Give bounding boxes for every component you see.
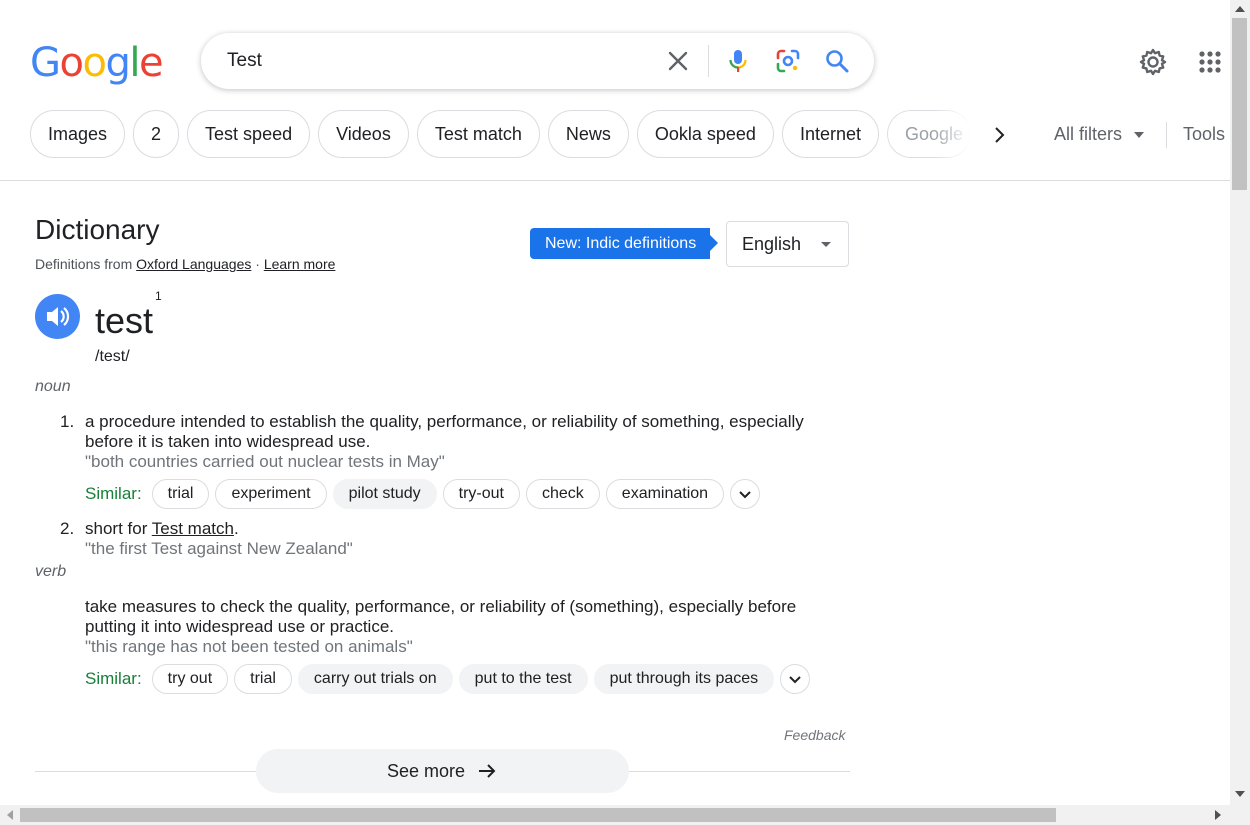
chip-google-s[interactable]: Google s (887, 110, 970, 158)
synonym-chip[interactable]: check (526, 479, 600, 509)
definition-number: 2. (60, 519, 75, 538)
vertical-scrollbar-thumb[interactable] (1232, 18, 1247, 190)
search-input[interactable]: Test (227, 50, 262, 72)
chip-test-speed[interactable]: Test speed (187, 110, 311, 158)
pronounce-button[interactable] (35, 294, 80, 339)
similar-row: Similar: try out trial carry out trials … (85, 663, 811, 695)
language-select-value: English (742, 234, 802, 254)
search-divider (708, 45, 709, 77)
definition-number: 1. (60, 412, 75, 431)
chip-2[interactable]: 2 (133, 110, 180, 158)
search-box[interactable]: Test (201, 33, 874, 89)
synonym-chip[interactable]: put through its paces (593, 664, 775, 694)
part-of-speech-verb: verb (35, 563, 67, 580)
dictionary-title: Dictionary (35, 214, 160, 245)
all-filters-button[interactable]: All filters (1054, 124, 1145, 145)
settings-gear-icon[interactable] (1137, 46, 1169, 78)
chip-videos[interactable]: Videos (318, 110, 409, 158)
similar-label: Similar: (85, 669, 142, 688)
definition-suffix: . (233, 519, 239, 538)
all-filters-label: All filters (1054, 124, 1123, 144)
synonym-chip[interactable]: try out (151, 664, 229, 694)
arrow-right-icon (479, 764, 496, 778)
google-logo[interactable]: Google (30, 40, 164, 86)
chip-images[interactable]: Images (30, 110, 126, 158)
synonym-chip[interactable]: experiment (215, 479, 327, 509)
phonetic: /test/ (95, 348, 130, 365)
microphone-icon[interactable] (724, 47, 752, 75)
google-lens-icon[interactable] (774, 47, 802, 75)
see-more-button[interactable]: See more (256, 749, 629, 793)
expand-synonyms-button[interactable] (780, 664, 811, 694)
expand-synonyms-button[interactable] (730, 479, 761, 509)
tools-button[interactable]: Tools (1183, 124, 1225, 145)
search-icon[interactable] (823, 47, 851, 75)
clear-icon[interactable] (664, 47, 692, 75)
definition-example: "both countries carried out nuclear test… (85, 452, 445, 471)
scroll-right-arrow-icon[interactable] (1215, 810, 1221, 820)
header-divider (0, 180, 1230, 181)
synonym-chip[interactable]: carry out trials on (297, 664, 453, 694)
headword-text: test (95, 300, 154, 341)
synonym-chip[interactable]: pilot study (332, 479, 437, 509)
chevron-down-icon (789, 676, 801, 684)
source-prefix: Definitions from (35, 256, 137, 272)
filter-chips: Images 2 Test speed Videos Test match Ne… (30, 110, 970, 160)
chevron-down-icon (739, 491, 751, 499)
caret-down-icon (821, 242, 831, 247)
synonym-chip[interactable]: examination (605, 479, 725, 509)
definition-prefix: short for (85, 519, 152, 538)
oxford-languages-link[interactable]: Oxford Languages (136, 256, 251, 272)
similar-row: Similar: trial experiment pilot study tr… (85, 478, 761, 510)
see-more-label: See more (386, 761, 466, 781)
source-separator: · (251, 256, 264, 272)
headword: test1 (95, 289, 162, 342)
definition-example: "the first Test against New Zealand" (85, 539, 353, 558)
feedback-link[interactable]: Feedback (784, 727, 845, 743)
synonym-chip[interactable]: put to the test (458, 664, 588, 694)
definition-text: a procedure intended to establish the qu… (85, 412, 804, 451)
indic-definitions-badge[interactable]: New: Indic definitions (530, 228, 719, 259)
scroll-down-arrow-icon[interactable] (1235, 791, 1245, 797)
dictionary-source: Definitions from Oxford Languages · Lear… (35, 256, 335, 272)
scroll-up-arrow-icon[interactable] (1235, 6, 1245, 12)
synonym-chip[interactable]: trial (151, 479, 210, 509)
headword-superscript: 1 (155, 289, 162, 303)
definition-example: "this range has not been tested on anima… (85, 637, 413, 656)
definition-text: take measures to check the quality, perf… (85, 597, 797, 636)
similar-label: Similar: (85, 484, 142, 503)
scroll-left-arrow-icon[interactable] (7, 810, 13, 820)
synonym-chip[interactable]: try-out (442, 479, 520, 509)
horizontal-scrollbar-thumb[interactable] (20, 808, 1056, 822)
chip-test-match[interactable]: Test match (416, 110, 540, 158)
learn-more-link[interactable]: Learn more (264, 256, 336, 272)
caret-down-icon (1134, 132, 1145, 139)
test-match-link[interactable]: Test match (152, 519, 234, 538)
chip-ookla-speed[interactable]: Ookla speed (636, 110, 774, 158)
speaker-icon (47, 307, 70, 326)
google-apps-icon[interactable] (1194, 46, 1226, 78)
part-of-speech-noun: noun (35, 378, 71, 395)
language-select[interactable]: English (726, 221, 849, 267)
filters-separator (1166, 122, 1167, 148)
definition-text: short for Test match. (85, 519, 845, 539)
chevron-right-icon[interactable] (985, 121, 1013, 149)
chip-news[interactable]: News (547, 110, 629, 158)
synonym-chip[interactable]: trial (234, 664, 292, 694)
chip-internet[interactable]: Internet (781, 110, 879, 158)
